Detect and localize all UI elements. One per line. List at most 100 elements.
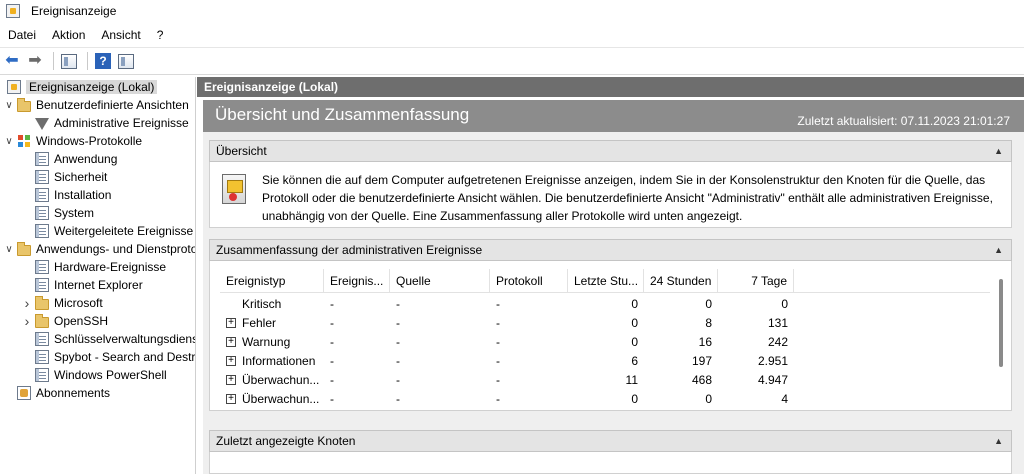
table-cell-day: 0 (705, 392, 712, 406)
tree-item[interactable]: Schlüsselverwaltungsdienst (22, 330, 196, 348)
tree-item-label: Internet Explorer (54, 278, 143, 292)
table-row[interactable]: + Warnung - - -0 16 242 (220, 333, 990, 352)
table-cell-source: - (396, 316, 400, 330)
console-tree-icon (61, 53, 77, 69)
table-cell-log: - (496, 373, 500, 387)
menu-datei[interactable]: Datei (0, 24, 44, 46)
table-cell-log: - (496, 335, 500, 349)
collapse-caret-icon[interactable]: ▲ (994, 431, 1003, 451)
summary-section-title: Zusammenfassung der administrativen Erei… (216, 243, 483, 257)
table-cell-day: 468 (691, 373, 712, 387)
collapse-caret-icon[interactable]: ▲ (994, 141, 1003, 161)
menu-help[interactable]: ? (149, 24, 172, 46)
tree-item[interactable]: Sicherheit (22, 168, 107, 186)
tree-item[interactable]: ∨ Benutzerdefinierte Ansichten (4, 96, 189, 114)
tree-item[interactable]: System (22, 204, 94, 222)
table-cell-source: - (396, 392, 400, 406)
table-cell-log: - (496, 392, 500, 406)
event-viewer-icon (7, 80, 21, 94)
menu-aktion[interactable]: Aktion (44, 24, 93, 46)
column-header-7-days[interactable]: 7 Tage (718, 269, 794, 293)
summary-section-header[interactable]: Zusammenfassung der administrativen Erei… (209, 239, 1012, 261)
table-cell-hour: 0 (631, 297, 638, 311)
table-row[interactable]: + Fehler - - -0 8 131 (220, 314, 990, 333)
table-row[interactable]: + Überwachun... - - -11 468 4.947 (220, 371, 990, 390)
table-row[interactable]: + Informationen - - -6 197 2.951 (220, 352, 990, 371)
tree-item[interactable]: Installation (22, 186, 111, 204)
log-icon (35, 170, 49, 184)
summary-table: Ereignistyp Ereignis... Quelle Protokoll… (220, 269, 990, 407)
table-cell-type: Warnung (242, 335, 291, 349)
recent-nodes-section-body (209, 452, 1012, 474)
table-cell-source: - (396, 373, 400, 387)
tree-item[interactable]: Abonnements (4, 384, 110, 402)
table-cell-source: - (396, 297, 400, 311)
recent-nodes-section-title: Zuletzt angezeigte Knoten (216, 434, 356, 448)
log-icon (35, 206, 49, 220)
column-header-event-id[interactable]: Ereignis... (324, 269, 390, 293)
table-cell-week: 2.951 (757, 354, 788, 368)
forward-button[interactable]: ➡ (25, 51, 45, 71)
tree-item[interactable]: ∨ Anwendungs- und Dienstprotokolle (4, 240, 195, 258)
folder-icon (17, 97, 31, 112)
tree-item-label: OpenSSH (54, 314, 109, 328)
title-bar: Ereignisanzeige (0, 0, 1024, 22)
table-cell-id: - (330, 335, 334, 349)
show-hide-console-tree-button[interactable] (59, 51, 79, 71)
back-button[interactable]: ⬅ (2, 51, 22, 71)
table-cell-day: 0 (705, 297, 712, 311)
content-header: Ereignisanzeige (Lokal) (197, 77, 1024, 97)
overview-section-header[interactable]: Übersicht ▲ (209, 140, 1012, 162)
help-button[interactable]: ? (93, 51, 113, 71)
column-header-24-hours[interactable]: 24 Stunden (644, 269, 718, 293)
table-cell-week: 4.947 (757, 373, 788, 387)
table-row[interactable]: Kritisch - - - 0 0 0 (220, 295, 990, 314)
tree-item[interactable]: Spybot - Search and Destroy (22, 348, 195, 366)
tree-item[interactable]: Hardware-Ereignisse (22, 258, 166, 276)
table-cell-hour: 0 (631, 392, 638, 406)
tree-item[interactable]: ∨ Windows-Protokolle (4, 132, 142, 150)
tree-item[interactable]: Weitergeleitete Ereignisse (22, 222, 193, 240)
recent-nodes-section-header[interactable]: Zuletzt angezeigte Knoten ▲ (209, 430, 1012, 452)
chevron-down-icon[interactable]: ∨ (4, 136, 14, 147)
table-cell-type: Überwachun... (242, 392, 320, 406)
table-cell-type: Fehler (242, 316, 277, 330)
log-icon (35, 260, 49, 274)
tree-item[interactable]: › OpenSSH (22, 312, 108, 330)
collapse-caret-icon[interactable]: ▲ (994, 240, 1003, 260)
tree-item[interactable]: Ereignisanzeige (Lokal) (4, 78, 158, 96)
summary-scrollbar[interactable] (999, 279, 1003, 367)
toolbar-separator (87, 52, 88, 70)
arrow-right-icon: ➡ (28, 52, 42, 69)
tree-item-label: Benutzerdefinierte Ansichten (36, 98, 189, 112)
chevron-down-icon[interactable]: ∨ (4, 244, 14, 255)
chevron-right-icon[interactable]: › (22, 295, 32, 311)
summary-section-body: Ereignistyp Ereignis... Quelle Protokoll… (209, 261, 1012, 411)
tree-item-label: Anwendung (54, 152, 118, 166)
tree-item-label: Schlüsselverwaltungsdienst (54, 332, 196, 346)
tree-item[interactable]: Internet Explorer (22, 276, 143, 294)
tree-item[interactable]: Windows PowerShell (22, 366, 167, 384)
tree-item[interactable]: Administrative Ereignisse (22, 114, 189, 132)
chevron-right-icon[interactable]: › (22, 313, 32, 329)
table-row[interactable]: + Überwachun... - - -0 0 4 (220, 390, 990, 407)
last-updated: Zuletzt aktualisiert: 07.11.2023 21:01:2… (797, 114, 1010, 128)
overview-banner: Übersicht und Zusammenfassung Zuletzt ak… (203, 100, 1024, 132)
chevron-down-icon[interactable]: ∨ (4, 100, 14, 111)
column-header-log[interactable]: Protokoll (490, 269, 568, 293)
tree-item[interactable]: Anwendung (22, 150, 117, 168)
table-cell-hour: 6 (631, 354, 638, 368)
show-hide-action-pane-button[interactable] (116, 51, 136, 71)
filter-icon (35, 118, 49, 130)
overview-text: Sie können die auf dem Computer aufgetre… (262, 173, 993, 223)
tree-item[interactable]: › Microsoft (22, 294, 103, 312)
tree-item-label: Abonnements (36, 386, 111, 400)
column-header-type[interactable]: Ereignistyp (220, 269, 324, 293)
log-icon (35, 350, 49, 364)
menu-ansicht[interactable]: Ansicht (93, 24, 148, 46)
folder-icon (35, 313, 49, 328)
column-header-last-hour[interactable]: Letzte Stu... (568, 269, 644, 293)
folder-icon (35, 295, 49, 310)
table-cell-hour: 11 (625, 373, 638, 387)
column-header-source[interactable]: Quelle (390, 269, 490, 293)
